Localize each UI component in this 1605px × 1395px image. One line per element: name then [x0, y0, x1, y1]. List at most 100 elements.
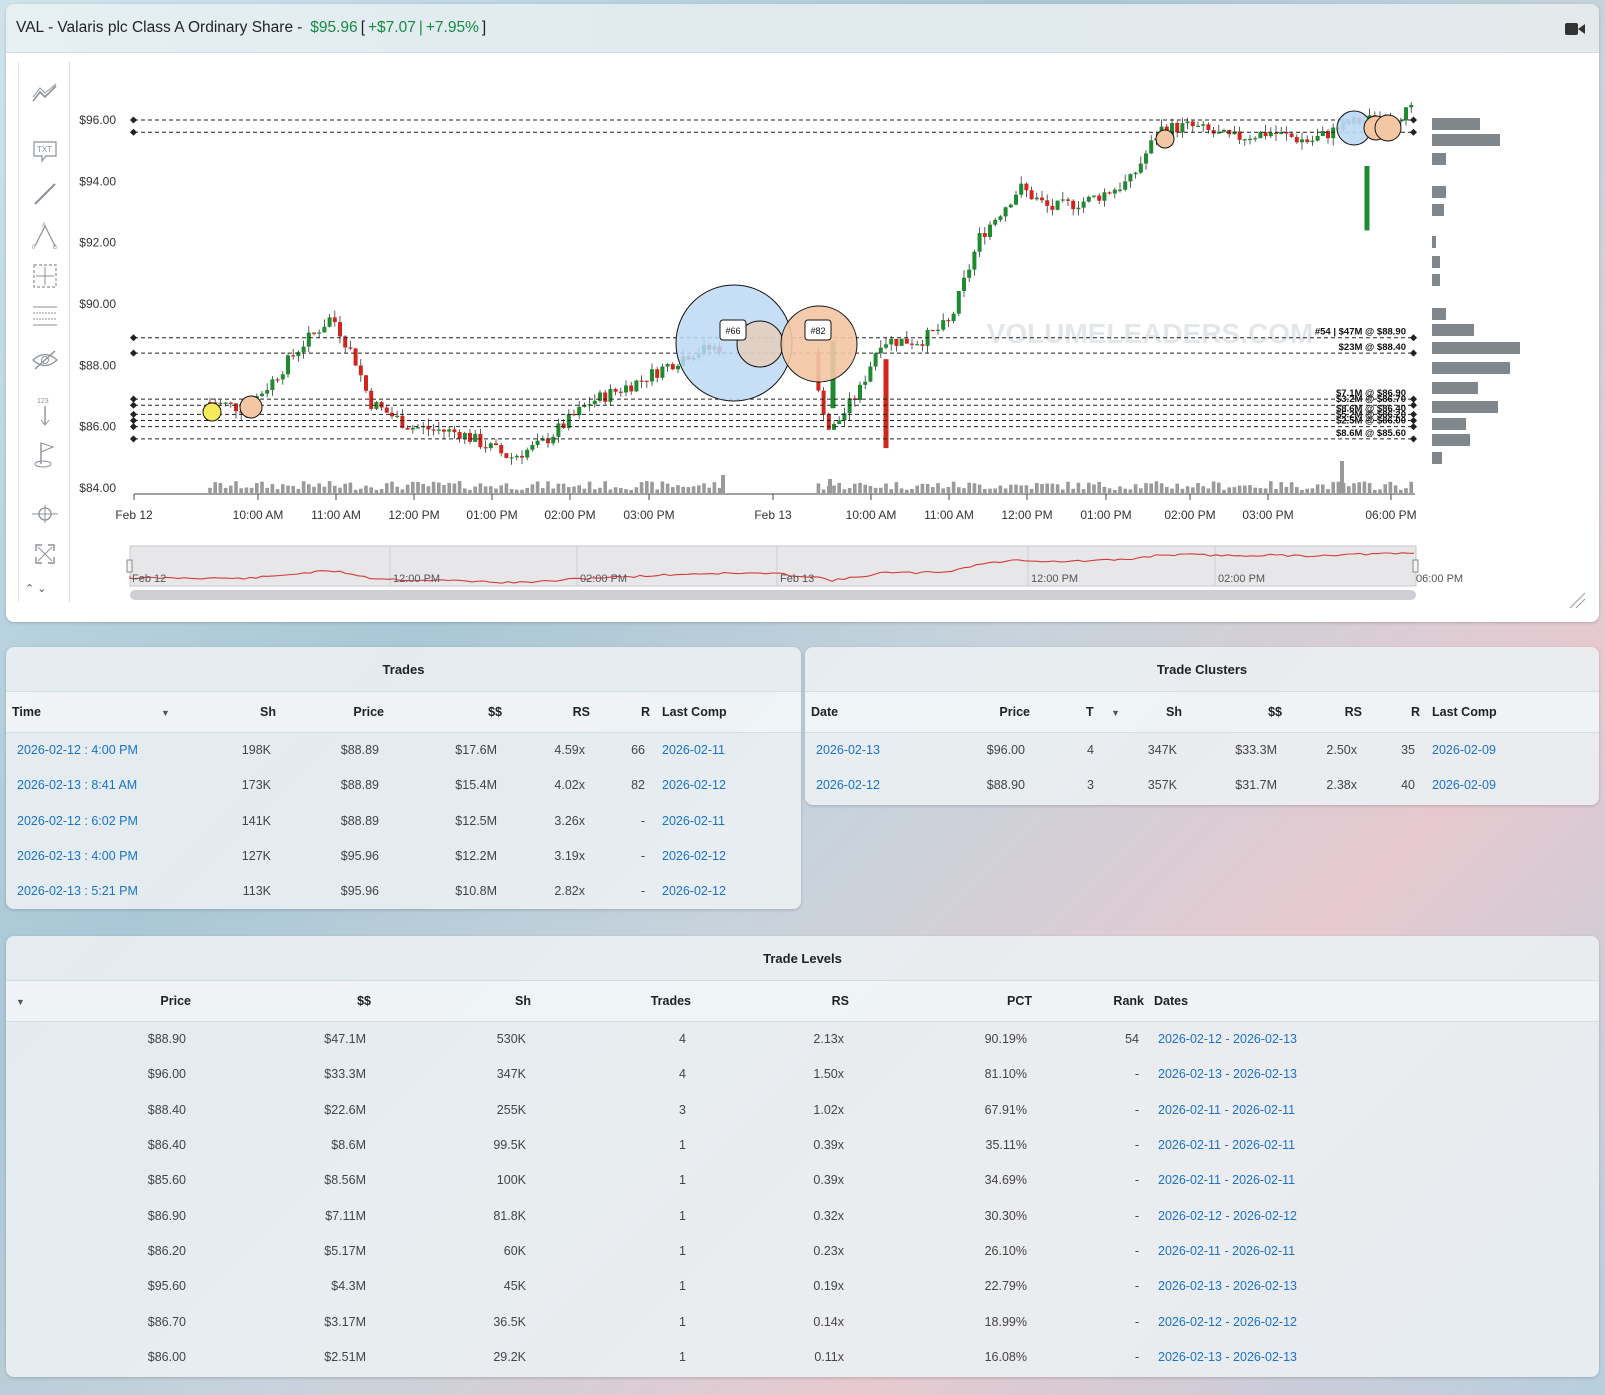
cell-time[interactable]: 2026-02-12 : 4:00 PM [6, 733, 186, 768]
table-row[interactable]: $96.00 $33.3M 347K 4 1.50x 81.10% -2026-02-13 … [6, 1057, 1599, 1092]
level-marker-right[interactable] [1409, 395, 1418, 403]
col-sh[interactable]: Sh [371, 980, 531, 1022]
cell-dates[interactable]: 2026-02-12 - 2026-02-12 [1144, 1304, 1599, 1339]
cell-last-comp[interactable]: 2026-02-12 [650, 768, 801, 803]
sort-desc-icon[interactable]: ▼ [6, 980, 46, 1022]
fib-levels-icon[interactable] [31, 302, 59, 330]
cell-date[interactable]: 2026-02-13 [805, 733, 925, 768]
col-price[interactable]: Price [46, 980, 191, 1022]
col-r[interactable]: R [1362, 691, 1420, 733]
col-r[interactable]: R [590, 691, 650, 733]
col-last-comp[interactable]: Last Comp [650, 691, 801, 733]
trade-bubble-82[interactable] [780, 305, 858, 383]
table-row[interactable]: $86.20 $5.17M 60K 1 0.23x 26.10% -2026-02-11 -… [6, 1233, 1599, 1268]
flag-marker-icon[interactable] [31, 440, 59, 468]
col-last-comp[interactable]: Last Comp [1420, 691, 1599, 733]
level-marker-right[interactable] [1409, 128, 1418, 136]
hide-eye-icon[interactable] [31, 346, 59, 374]
cell-last-comp[interactable]: 2026-02-12 [650, 838, 801, 873]
table-row[interactable]: $86.00 $2.51M 29.2K 1 0.11x 16.08% -2026-02-13… [6, 1339, 1599, 1374]
level-marker-right[interactable] [1409, 423, 1418, 431]
col-rs[interactable]: RS [691, 980, 849, 1022]
cell-dates[interactable]: 2026-02-11 - 2026-02-11 [1144, 1163, 1599, 1198]
table-row[interactable]: $86.40 $8.6M 99.5K 1 0.39x 35.11% -2026-02-11 … [6, 1127, 1599, 1162]
col-trades[interactable]: Trades [531, 980, 691, 1022]
table-row[interactable]: 2026-02-13 $96.00 4 347K $33.3M 2.50x 35 2026-0… [805, 733, 1599, 768]
price-chart[interactable]: VOLUMELEADERS.COM #54 | $47M @ $88.90 $23… [70, 56, 1595, 616]
table-row[interactable]: $95.60 $4.3M 45K 1 0.19x 22.79% -2026-02-13 - … [6, 1269, 1599, 1304]
navigator[interactable]: Feb 12 12:00 PM 02:00 PM Feb 13 12:00 PM 02:0… [126, 545, 1586, 609]
navigator-handle-right[interactable] [1412, 559, 1419, 573]
cell-dates[interactable]: 2026-02-13 - 2026-02-13 [1144, 1339, 1599, 1374]
toolbar-scroll-arrows[interactable]: ⌃ ⌄ [25, 582, 47, 595]
trade-bubble-small[interactable] [239, 395, 263, 419]
level-marker-left[interactable] [129, 116, 138, 124]
table-row[interactable]: $88.40 $22.6M 255K 3 1.02x 67.91% -2026-02-11 … [6, 1092, 1599, 1127]
col-dates[interactable]: Dates [1144, 980, 1599, 1022]
cell-dates[interactable]: 2026-02-13 - 2026-02-13 [1144, 1057, 1599, 1092]
trade-bubble-small[interactable] [1374, 114, 1402, 142]
table-row[interactable]: $86.70 $3.17M 36.5K 1 0.14x 18.99% -2026-02-12… [6, 1304, 1599, 1339]
table-row[interactable]: $85.60 $8.56M 100K 1 0.39x 34.69% -2026-02-11 … [6, 1163, 1599, 1198]
cell-dates[interactable]: 2026-02-11 - 2026-02-11 [1144, 1233, 1599, 1268]
crosshair-icon[interactable] [31, 500, 59, 528]
cell-dates[interactable]: 2026-02-13 - 2026-02-13 [1144, 1269, 1599, 1304]
col-sh[interactable]: Sh [1120, 691, 1182, 733]
level-marker-left[interactable] [129, 349, 138, 357]
level-marker-right[interactable] [1409, 116, 1418, 124]
video-camera-icon[interactable] [1565, 22, 1585, 36]
table-row[interactable]: 2026-02-12 : 4:00 PM 198K $88.89 $17.6M 4.59… [6, 733, 801, 768]
col-dollars[interactable]: $$ [384, 691, 502, 733]
cell-time[interactable]: 2026-02-13 : 5:21 PM [6, 874, 186, 909]
text-note-icon[interactable]: TXT [31, 138, 59, 166]
level-marker-left[interactable] [129, 435, 138, 443]
ruler-count-icon[interactable]: 123 [31, 398, 59, 426]
table-row[interactable]: 2026-02-12 : 6:02 PM 141K $88.89 $12.5M 3.26… [6, 803, 801, 838]
cell-dates[interactable]: 2026-02-11 - 2026-02-11 [1144, 1127, 1599, 1162]
cell-time[interactable]: 2026-02-13 : 8:41 AM [6, 768, 186, 803]
level-marker-left[interactable] [129, 395, 138, 403]
trade-bubble-small[interactable] [202, 402, 222, 422]
col-dollars[interactable]: $$ [191, 980, 371, 1022]
cell-dates[interactable]: 2026-02-12 - 2026-02-12 [1144, 1198, 1599, 1233]
level-marker-right[interactable] [1409, 334, 1418, 342]
level-marker-right[interactable] [1409, 416, 1418, 425]
trend-lines-icon[interactable] [31, 80, 59, 108]
col-sh[interactable]: Sh [186, 691, 276, 733]
resize-handle[interactable] [1569, 592, 1586, 609]
level-marker-left[interactable] [129, 401, 138, 409]
cell-time[interactable]: 2026-02-12 : 6:02 PM [6, 803, 186, 838]
level-marker-left[interactable] [129, 128, 138, 136]
cell-last-comp[interactable]: 2026-02-09 [1420, 768, 1599, 803]
cell-last-comp[interactable]: 2026-02-11 [650, 733, 801, 768]
cell-time[interactable]: 2026-02-13 : 4:00 PM [6, 838, 186, 873]
cell-date[interactable]: 2026-02-12 [805, 768, 925, 803]
fullscreen-icon[interactable] [31, 540, 59, 568]
level-marker-right[interactable] [1409, 401, 1418, 409]
table-row[interactable]: 2026-02-13 : 8:41 AM 173K $88.89 $15.4M 4.02… [6, 768, 801, 803]
table-row[interactable]: $86.90 $7.11M 81.8K 1 0.32x 30.30% -2026-02-12… [6, 1198, 1599, 1233]
col-rs[interactable]: RS [502, 691, 590, 733]
cell-last-comp[interactable]: 2026-02-12 [650, 874, 801, 909]
col-rank[interactable]: Rank [1032, 980, 1144, 1022]
level-marker-left[interactable] [129, 423, 138, 431]
table-row[interactable]: 2026-02-12 $88.90 3 357K $31.7M 2.38x 40 2026-0… [805, 768, 1599, 803]
line-tool-icon[interactable] [31, 180, 59, 208]
col-price[interactable]: Price [925, 691, 1030, 733]
measure-box-icon[interactable] [31, 262, 59, 290]
navigator-scrollbar[interactable] [130, 590, 1416, 600]
col-price[interactable]: Price [276, 691, 384, 733]
cell-last-comp[interactable]: 2026-02-09 [1420, 733, 1599, 768]
table-row[interactable]: $88.90 $47.1M 530K 4 2.13x 90.19% 54 2026-02-12… [6, 1022, 1599, 1057]
navigator-handle-left[interactable] [126, 559, 133, 573]
level-marker-right[interactable] [1409, 435, 1418, 443]
col-dollars[interactable]: $$ [1182, 691, 1282, 733]
table-row[interactable]: 2026-02-13 : 4:00 PM 127K $95.96 $12.2M 3.19… [6, 838, 801, 873]
col-rs[interactable]: RS [1282, 691, 1362, 733]
level-marker-left[interactable] [129, 334, 138, 342]
cell-dates[interactable]: 2026-02-12 - 2026-02-13 [1144, 1022, 1599, 1057]
cell-last-comp[interactable]: 2026-02-11 [650, 803, 801, 838]
cell-dates[interactable]: 2026-02-11 - 2026-02-11 [1144, 1092, 1599, 1127]
table-row[interactable]: 2026-02-13 : 5:21 PM 113K $95.96 $10.8M 2.82… [6, 874, 801, 909]
col-time[interactable]: Time ▼ [6, 691, 186, 733]
